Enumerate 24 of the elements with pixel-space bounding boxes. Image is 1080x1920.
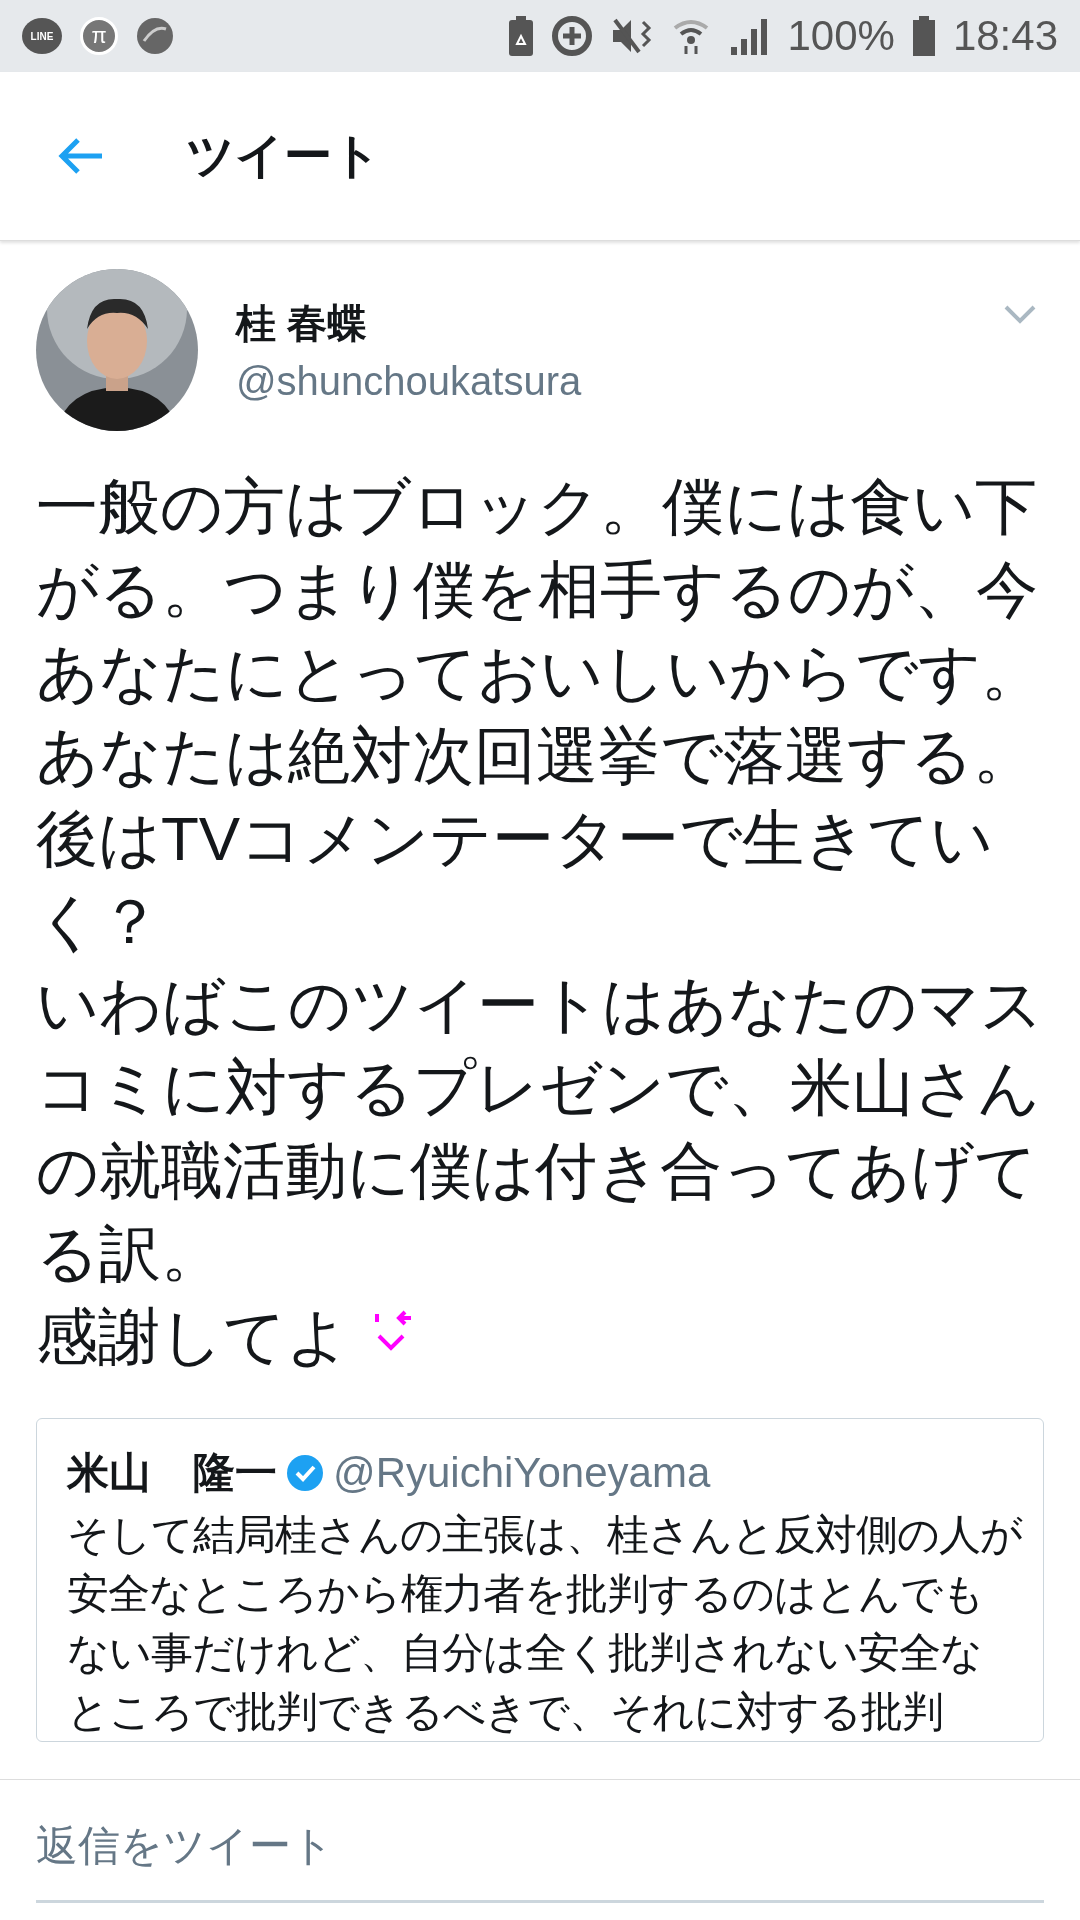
reply-field[interactable]: 返信をツイート bbox=[36, 1797, 1044, 1903]
back-arrow-icon[interactable] bbox=[58, 137, 104, 175]
tweet-text: いわばこのツイートはあなたのマスコミに対するプレゼンで、米山さんの就職活動に僕は付き合ってあげてる訳。 bbox=[36, 969, 1044, 1290]
data-saver-icon bbox=[551, 15, 594, 57]
pi-app-icon: π bbox=[80, 17, 118, 55]
page-title: ツイート bbox=[186, 128, 381, 184]
line-app-icon: LINE bbox=[22, 18, 62, 54]
chevron-down-icon[interactable] bbox=[1004, 305, 1036, 325]
tweet-text: 感謝してよ bbox=[36, 1295, 1046, 1378]
signal-icon bbox=[729, 17, 770, 55]
author-handle[interactable]: @shunchoukatsura bbox=[236, 359, 966, 404]
tweet-text: 後はTVコメンテーターで生きていく？ bbox=[36, 803, 995, 958]
quoted-author-handle: @RyuichiYoneyama bbox=[333, 1449, 711, 1497]
battery-icon bbox=[912, 16, 935, 56]
clock: 18:43 bbox=[952, 12, 1058, 60]
author-name[interactable]: 桂 春蝶 bbox=[236, 296, 966, 351]
tweet-text: あなたは絶対次回選挙で落選する。 bbox=[36, 720, 1036, 792]
tweet-text: 一般の方はブロック。僕には食い下がる。つまり僕を相手するのが、今あなたにとっておいしいからです。 bbox=[36, 471, 1044, 709]
vibrate-mute-icon bbox=[611, 16, 654, 56]
battery-percent: 100% bbox=[787, 12, 895, 60]
quoted-tweet-text: そして結局桂さんの主張は、桂さんと反対側の人が安全なところから権力者を批判するのはとんでもない事だけれど、自分は全く批判されない安全なところで批判できるべきで、それに対する批判 bbox=[67, 1510, 1023, 1737]
quoted-author-name: 米山 隆一 bbox=[67, 1448, 277, 1498]
quoted-tweet-card[interactable]: 米山 隆一 @RyuichiYoneyama そして結局桂さんの主張は、桂さんと反対側の人が安全なところから権力者を批判するのはとんでもない事だけれど、自分は全く批判されない安全なところで批判できるべきで、それに対する批判 bbox=[36, 1418, 1044, 1742]
battery-saver-icon bbox=[509, 16, 534, 56]
